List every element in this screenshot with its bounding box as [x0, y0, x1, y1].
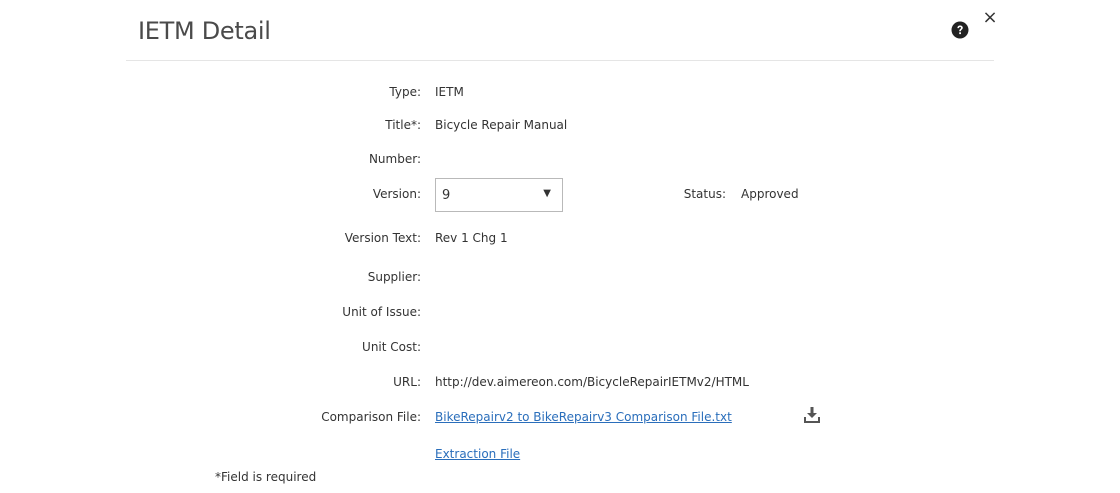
version-text-value: Rev 1 Chg 1 — [435, 231, 508, 245]
type-value: IETM — [435, 85, 464, 99]
close-icon[interactable]: × — [982, 9, 998, 27]
version-label: Version: — [372, 187, 421, 201]
comparison-file-label: Comparison File: — [321, 410, 421, 424]
version-select[interactable]: 9 ▼ — [435, 178, 563, 212]
number-label: Number: — [368, 152, 421, 166]
unit-cost-label: Unit Cost: — [362, 340, 421, 354]
version-text-label: Version Text: — [344, 231, 421, 245]
caret-down-icon: ▼ — [543, 188, 551, 199]
unit-of-issue-label: Unit of Issue: — [342, 305, 421, 319]
status-label: Status: — [683, 187, 726, 201]
type-label: Type: — [389, 85, 421, 99]
status-value: Approved — [741, 187, 799, 201]
question-circle-icon[interactable] — [951, 21, 969, 39]
download-icon[interactable] — [803, 406, 821, 424]
ietm-detail-modal: IETM Detail × Type: IETM Title*: Bicycle… — [0, 0, 1120, 493]
modal-title: IETM Detail — [138, 17, 271, 45]
supplier-label: Supplier: — [367, 270, 421, 284]
title-label: Title*: — [385, 118, 421, 132]
version-selected-value: 9 — [442, 188, 451, 203]
title-value: Bicycle Repair Manual — [435, 118, 568, 132]
url-label: URL: — [393, 375, 421, 389]
url-value: http://dev.aimereon.com/BicycleRepairIET… — [435, 375, 749, 389]
required-field-note: *Field is required — [215, 470, 317, 484]
comparison-file-link[interactable]: BikeRepairv2 to BikeRepairv3 Comparison … — [435, 410, 732, 424]
header-divider — [126, 60, 994, 61]
extraction-file-link[interactable]: Extraction File — [435, 447, 520, 461]
